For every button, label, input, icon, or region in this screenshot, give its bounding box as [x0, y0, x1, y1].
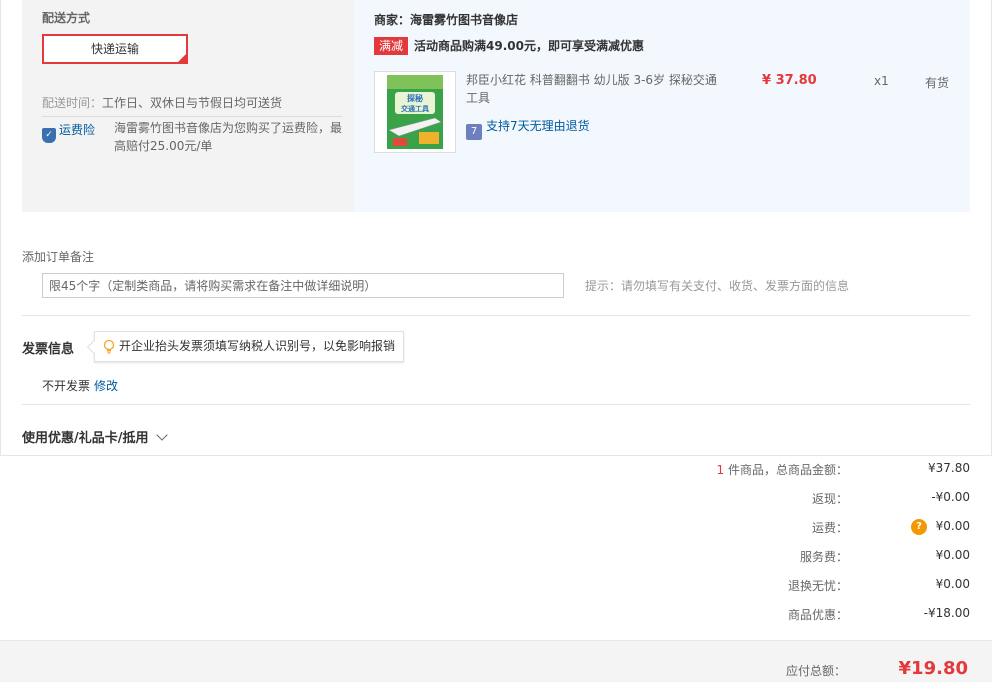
summary-cashback-value: -¥0.00	[931, 490, 970, 504]
summary-shipping-label: 运费：	[811, 521, 848, 535]
shipping-option-express[interactable]: 快递运输 ✓	[42, 34, 188, 64]
invoice-status-text: 不开发票	[42, 379, 91, 393]
coupon-label: 使用优惠/礼品卡/抵用	[22, 431, 149, 446]
payable-total: ¥19.80	[898, 658, 968, 679]
shipping-panel: 配送方式 快递运输 ✓ 配送时间：工作日、双休日与节假日均可送货 ✓ 运费险 海雷…	[22, 0, 970, 212]
delivery-time: 配送时间：工作日、双休日与节假日均可送货	[42, 94, 282, 111]
product-title[interactable]: 邦臣小红花 科普翻翻书 幼儿版 3-6岁 探秘交通工具	[466, 71, 721, 107]
svg-text:探秘: 探秘	[407, 93, 423, 103]
summary-discount: 商品优惠： -¥18.00	[640, 606, 970, 624]
return-policy: 7 支持7天无理由退货	[466, 117, 590, 140]
shield-icon: ✓	[42, 128, 56, 143]
summary-discount-label: 商品优惠：	[787, 608, 848, 622]
summary-shipping: 运费： ? ¥0.00	[640, 519, 970, 537]
summary-discount-value: -¥18.00	[923, 606, 970, 620]
total-bar: 应付总额： ¥19.80	[0, 640, 992, 682]
help-icon[interactable]: ?	[911, 519, 927, 535]
invoice-edit-link[interactable]: 修改	[94, 379, 118, 393]
invoice-tip-text: 开企业抬头发票须填写纳税人识别号，以免影响报销	[119, 339, 396, 353]
summary-items-label-text: 件商品，总商品金额：	[724, 463, 848, 477]
shipping-insurance-label: 运费险	[59, 123, 96, 137]
divider	[42, 116, 342, 117]
shipping-method-section: 配送方式 快递运输 ✓ 配送时间：工作日、双休日与节假日均可送货 ✓ 运费险 海雷…	[22, 0, 352, 212]
divider	[22, 315, 970, 316]
product-quantity: x1	[874, 74, 889, 88]
book-cover-image: 探秘 交通工具	[387, 75, 443, 149]
summary-return-value: ¥0.00	[935, 577, 970, 591]
invoice-title: 发票信息	[22, 342, 75, 357]
shipping-method-label: 配送方式	[42, 11, 91, 25]
return-policy-text: 支持7天无理由退货	[486, 119, 590, 133]
divider	[22, 404, 970, 405]
summary-items-value: ¥37.80	[928, 461, 970, 475]
chevron-down-icon	[155, 429, 168, 441]
shop-section: 商家：海雷雾竹图书音像店 满减 活动商品购满49.00元，即可享受满减优惠 探秘 …	[354, 0, 970, 212]
promotion-tag: 满减	[374, 37, 409, 55]
summary-items-label: 1 件商品，总商品金额：	[717, 461, 848, 478]
summary-service-label: 服务费：	[799, 550, 848, 564]
shipping-insurance-badge[interactable]: ✓ 运费险	[42, 121, 95, 143]
product-thumbnail[interactable]: 探秘 交通工具	[374, 71, 456, 153]
summary-cashback-label: 返现：	[811, 492, 848, 506]
order-remark-label: 添加订单备注	[22, 250, 95, 264]
coupon-toggle[interactable]: 使用优惠/礼品卡/抵用	[22, 427, 168, 446]
summary-cashback: 返现： -¥0.00	[640, 490, 970, 508]
delivery-time-label: 配送时间：	[42, 96, 103, 110]
check-icon: ✓	[178, 53, 185, 62]
delivery-time-value: 工作日、双休日与节假日均可送货	[102, 96, 283, 110]
svg-text:交通工具: 交通工具	[401, 104, 429, 113]
promotion: 满减 活动商品购满49.00元，即可享受满减优惠	[374, 37, 644, 55]
summary-return-label: 退换无忧：	[787, 579, 848, 593]
shipping-insurance-text: 海雷雾竹图书音像店为您购买了运费险，最高赔付25.00元/单	[114, 121, 343, 153]
order-remark-hint: 提示：请勿填写有关支付、收货、发票方面的信息	[585, 279, 850, 293]
invoice-status: 不开发票 修改	[42, 377, 118, 394]
order-remark-input[interactable]	[42, 273, 564, 298]
summary-items-total: 1 件商品，总商品金额： ¥37.80	[640, 461, 970, 479]
summary-service-value: ¥0.00	[935, 548, 970, 562]
payable-label: 应付总额：	[785, 664, 846, 678]
stock-status: 有货	[925, 76, 950, 90]
summary-return: 退换无忧： ¥0.00	[640, 577, 970, 595]
summary-shipping-value: ¥0.00	[935, 519, 970, 533]
summary-service: 服务费： ¥0.00	[640, 548, 970, 566]
shop-name: 商家：海雷雾竹图书音像店	[374, 13, 519, 27]
promotion-text: 活动商品购满49.00元，即可享受满减优惠	[414, 39, 644, 53]
shipping-option-label: 快递运输	[90, 42, 139, 56]
invoice-tip: 开企业抬头发票须填写纳税人识别号，以免影响报销	[86, 331, 405, 362]
product-price: ¥ 37.80	[762, 73, 817, 88]
return-policy-icon: 7	[466, 124, 482, 140]
lightbulb-icon	[103, 339, 115, 354]
